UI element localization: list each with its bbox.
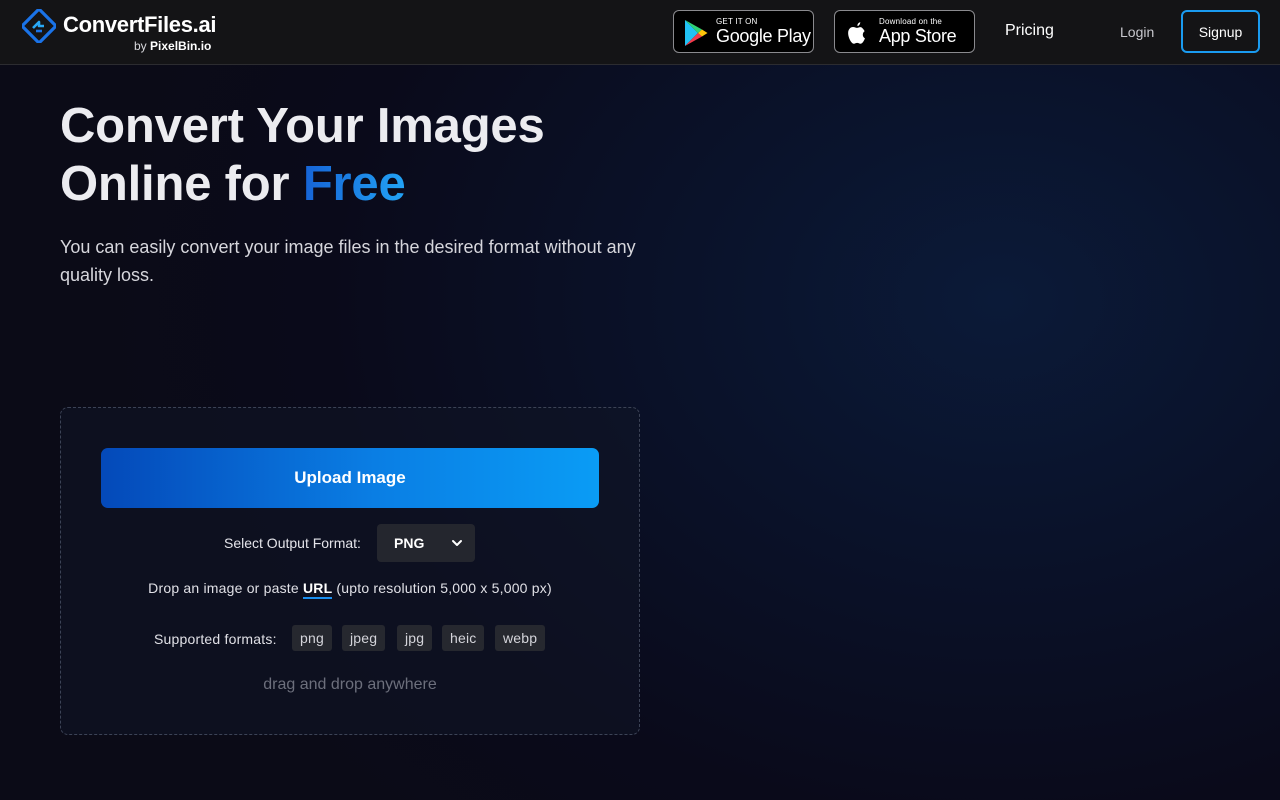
signup-button[interactable]: Signup (1181, 10, 1260, 53)
output-format-value: PNG (394, 535, 425, 551)
hero-subtitle: You can easily convert your image files … (60, 237, 636, 285)
supported-formats-row: Supported formats: png jpeg jpg heic web… (61, 625, 639, 651)
app-store-small-text: Download on the (879, 17, 943, 26)
logo-name: ConvertFiles.ai (63, 12, 217, 37)
google-play-big-text: Google Play (716, 26, 811, 46)
format-chip-png: png (292, 625, 332, 651)
output-format-select[interactable]: PNG (377, 524, 475, 562)
google-play-small-text: GET IT ON (716, 17, 758, 26)
format-chip-jpeg: jpeg (342, 625, 386, 651)
hero-title-line1: Convert Your Images (60, 99, 545, 153)
hero-title-accent: Free (302, 157, 406, 211)
top-navbar: ConvertFiles.ai by PixelBin.io GET IT ON… (0, 0, 1280, 65)
convertfiles-logo-icon (22, 9, 56, 43)
apple-icon (848, 22, 865, 44)
drop-instructions: Drop an image or paste URL (upto resolut… (61, 580, 639, 599)
output-format-row: Select Output Format: PNG (61, 524, 639, 562)
google-play-badge[interactable]: GET IT ON Google Play (673, 10, 814, 53)
drag-drop-hint: drag and drop anywhere (263, 676, 437, 693)
format-chip-webp: webp (495, 625, 546, 651)
app-store-big-text: App Store (879, 26, 957, 46)
paste-url-link[interactable]: URL (302, 580, 333, 599)
chevron-down-icon (452, 540, 462, 546)
google-play-icon (685, 20, 708, 46)
nav-pricing-link[interactable]: Pricing (1005, 22, 1054, 40)
app-store-badge[interactable]: Download on the App Store (834, 10, 975, 53)
logo-byline: by PixelBin.io (134, 39, 212, 53)
hero-title: Convert Your Images Online for Free (60, 97, 680, 213)
nav-login-link[interactable]: Login (1120, 24, 1154, 40)
upload-dropzone[interactable]: Upload Image Select Output Format: PNG D… (60, 407, 640, 735)
brand-logo[interactable]: ConvertFiles.ai by PixelBin.io (22, 9, 232, 55)
hero-title-line2: Online for (60, 157, 303, 211)
format-chip-jpg: jpg (397, 625, 433, 651)
output-format-label: Select Output Format: (224, 535, 361, 551)
supported-formats-label: Supported formats: (154, 631, 277, 647)
format-chip-heic: heic (442, 625, 485, 651)
upload-image-button[interactable]: Upload Image (101, 448, 599, 508)
